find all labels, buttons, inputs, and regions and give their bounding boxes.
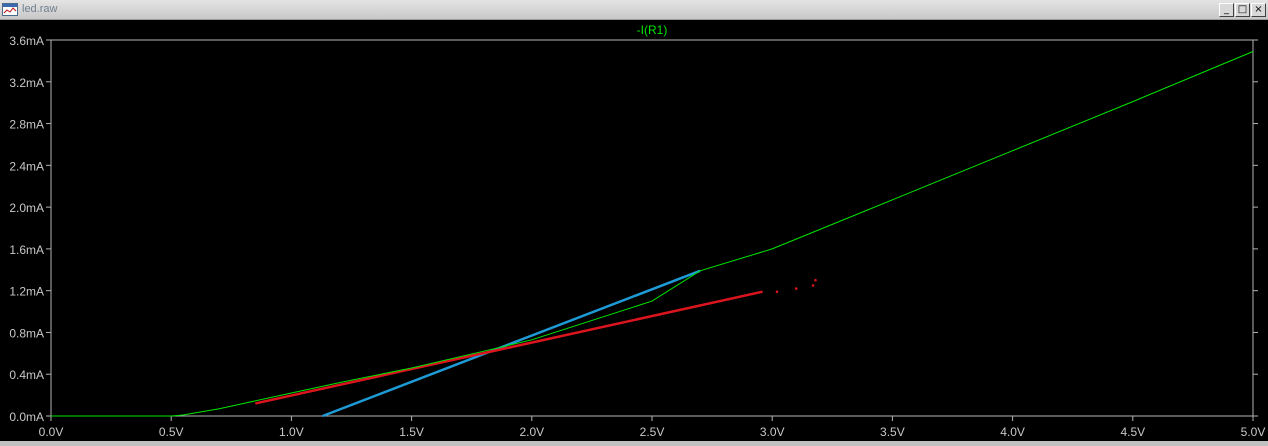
- plot-area[interactable]: -I(R1) 0.0mA 0.4mA 0.8mA 1.2mA 1.6mA 2.0mA 2.4…: [0, 20, 1268, 441]
- y-tick-label: 3.6mA: [9, 34, 44, 48]
- y-tick-label: 1.6mA: [9, 243, 44, 257]
- red-dot: [794, 287, 798, 290]
- close-button[interactable]: ×: [1251, 3, 1266, 17]
- y-tick-label: 3.2mA: [9, 76, 44, 90]
- x-tick-label: 4.5V: [1120, 425, 1145, 439]
- x-tick-label: 1.5V: [399, 425, 424, 439]
- trace-label-I-R1[interactable]: -I(R1): [637, 23, 668, 37]
- chart[interactable]: -I(R1) 0.0mA 0.4mA 0.8mA 1.2mA 1.6mA 2.0mA 2.4…: [0, 20, 1268, 441]
- y-tick-label: 1.2mA: [9, 285, 44, 299]
- x-tick-label: 3.5V: [880, 425, 905, 439]
- trace-I-R1[interactable]: [51, 51, 1254, 417]
- plot-frame: [50, 39, 1254, 417]
- y-tick-label: 2.8mA: [9, 118, 44, 132]
- x-tick-label: 0.0V: [39, 425, 64, 439]
- x-tick-label: 3.0V: [760, 425, 785, 439]
- y-tick-label: 0.4mA: [9, 368, 44, 382]
- minimize-button[interactable]: _: [1219, 3, 1234, 17]
- y-tick-label: 0.0mA: [9, 410, 44, 424]
- x-tick-label: 2.5V: [640, 425, 665, 439]
- y-tick-label: 0.8mA: [9, 326, 44, 340]
- maximize-button[interactable]: □: [1235, 3, 1250, 17]
- red-dot: [814, 278, 817, 282]
- x-tick-label: 0.5V: [159, 425, 184, 439]
- x-tick-label: 4.0V: [1000, 425, 1025, 439]
- x-tick-label: 5.0V: [1241, 425, 1266, 439]
- red-dot: [811, 284, 815, 287]
- window-title: led.raw: [22, 3, 58, 15]
- waveform-viewer-icon: [2, 3, 18, 16]
- x-tick-label: 2.0V: [519, 425, 544, 439]
- x-tick-label: 1.0V: [279, 425, 304, 439]
- y-tick-label: 2.4mA: [9, 159, 44, 173]
- y-tick-label: 2.0mA: [9, 201, 44, 215]
- window-titlebar[interactable]: led.raw _ □ ×: [0, 0, 1268, 20]
- tangent-line-blue[interactable]: [322, 269, 701, 418]
- red-dot: [775, 290, 779, 294]
- tangent-line-red[interactable]: [255, 290, 763, 405]
